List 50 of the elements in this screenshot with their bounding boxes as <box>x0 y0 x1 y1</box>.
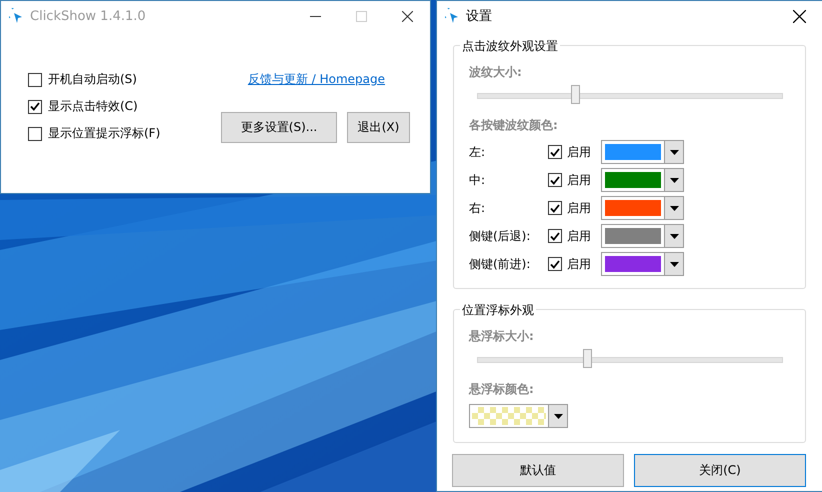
exit-button[interactable]: 退出(X) <box>347 112 410 143</box>
key-label: 侧键(前进): <box>469 256 532 272</box>
window-title: 设置 <box>466 8 493 25</box>
checkbox-label[interactable]: 启用 <box>567 228 591 244</box>
color-dropdown[interactable] <box>601 224 684 248</box>
checkbox-label[interactable]: 启用 <box>567 144 591 160</box>
caret-icon <box>670 234 678 238</box>
defaults-button[interactable]: 默认值 <box>452 454 624 487</box>
cursor-icon <box>9 8 23 24</box>
slider-label: 悬浮标大小: <box>469 328 535 345</box>
window-title: ClickShow 1.4.1.0 <box>30 8 147 24</box>
key-label: 中: <box>469 172 486 188</box>
slider-thumb[interactable] <box>583 349 592 368</box>
caret-icon <box>670 262 678 266</box>
key-label: 左: <box>469 144 486 160</box>
group-title: 点击波纹外观设置 <box>460 38 560 55</box>
checkbox[interactable] <box>28 126 42 140</box>
close-button[interactable]: 关闭(C) <box>634 454 806 487</box>
checkbox[interactable] <box>548 229 562 243</box>
caret-icon <box>670 178 678 182</box>
caret-icon <box>670 150 678 154</box>
checkbox-label[interactable]: 启用 <box>567 172 591 188</box>
key-label: 侧键(后退): <box>469 228 532 244</box>
checkbox-label[interactable]: 启用 <box>567 256 591 272</box>
slider-thumb[interactable] <box>571 85 580 104</box>
section-label: 各按键波纹颜色: <box>469 117 559 134</box>
checkbox[interactable] <box>548 145 562 159</box>
caret-icon <box>670 206 678 210</box>
color-dropdown[interactable] <box>601 140 684 164</box>
checkbox[interactable] <box>548 173 562 187</box>
checkbox[interactable] <box>548 201 562 215</box>
checkbox-label[interactable]: 显示点击特效(C) <box>48 98 138 115</box>
homepage-link[interactable]: 反馈与更新 / Homepage <box>248 71 385 88</box>
color-dropdown[interactable] <box>469 404 568 428</box>
color-dropdown[interactable] <box>601 168 684 192</box>
checkbox[interactable] <box>28 100 42 114</box>
section-label: 悬浮标颜色: <box>469 381 535 398</box>
key-label: 右: <box>469 200 486 216</box>
checkbox-label[interactable]: 显示位置提示浮标(F) <box>48 125 160 142</box>
checkbox[interactable] <box>28 72 42 86</box>
checkbox-label[interactable]: 开机自动启动(S) <box>48 71 137 88</box>
caret-icon <box>554 414 562 418</box>
more-settings-button[interactable]: 更多设置(S)... <box>221 112 337 143</box>
group-title: 位置浮标外观 <box>460 302 536 319</box>
checkbox-label[interactable]: 启用 <box>567 200 591 216</box>
color-dropdown[interactable] <box>601 196 684 220</box>
cursor-icon <box>445 8 459 24</box>
slider-label: 波纹大小: <box>469 64 523 81</box>
color-dropdown[interactable] <box>601 252 684 276</box>
checkbox[interactable] <box>548 257 562 271</box>
